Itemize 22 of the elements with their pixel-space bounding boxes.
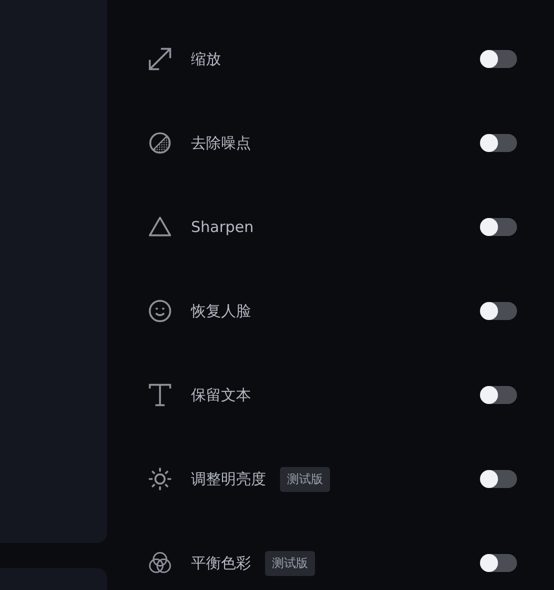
- noise-circle-icon: [147, 130, 173, 156]
- letter-t-icon: [147, 382, 173, 408]
- expand-arrows-icon: [147, 46, 173, 72]
- option-label: 去除噪点: [191, 134, 251, 152]
- option-label: 恢复人脸: [191, 302, 251, 320]
- overlapping-circles-icon: [147, 550, 173, 576]
- toggle-switch[interactable]: [480, 218, 517, 236]
- option-label: 保留文本: [191, 386, 251, 404]
- smiley-icon: [147, 298, 173, 324]
- toggle-switch[interactable]: [480, 470, 517, 488]
- beta-badge: 测试版: [280, 466, 330, 492]
- beta-badge: 测试版: [265, 550, 315, 576]
- sun-icon: [147, 466, 173, 492]
- option-label: 平衡色彩: [191, 554, 251, 572]
- toggle-switch[interactable]: [480, 134, 517, 152]
- option-label: 缩放: [191, 50, 221, 68]
- toggle-switch[interactable]: [480, 554, 517, 572]
- toggle-switch[interactable]: [480, 386, 517, 404]
- toggle-switch[interactable]: [480, 50, 517, 68]
- option-label: 调整明亮度: [191, 470, 266, 488]
- toggle-switch[interactable]: [480, 302, 517, 320]
- option-label: Sharpen: [191, 218, 254, 236]
